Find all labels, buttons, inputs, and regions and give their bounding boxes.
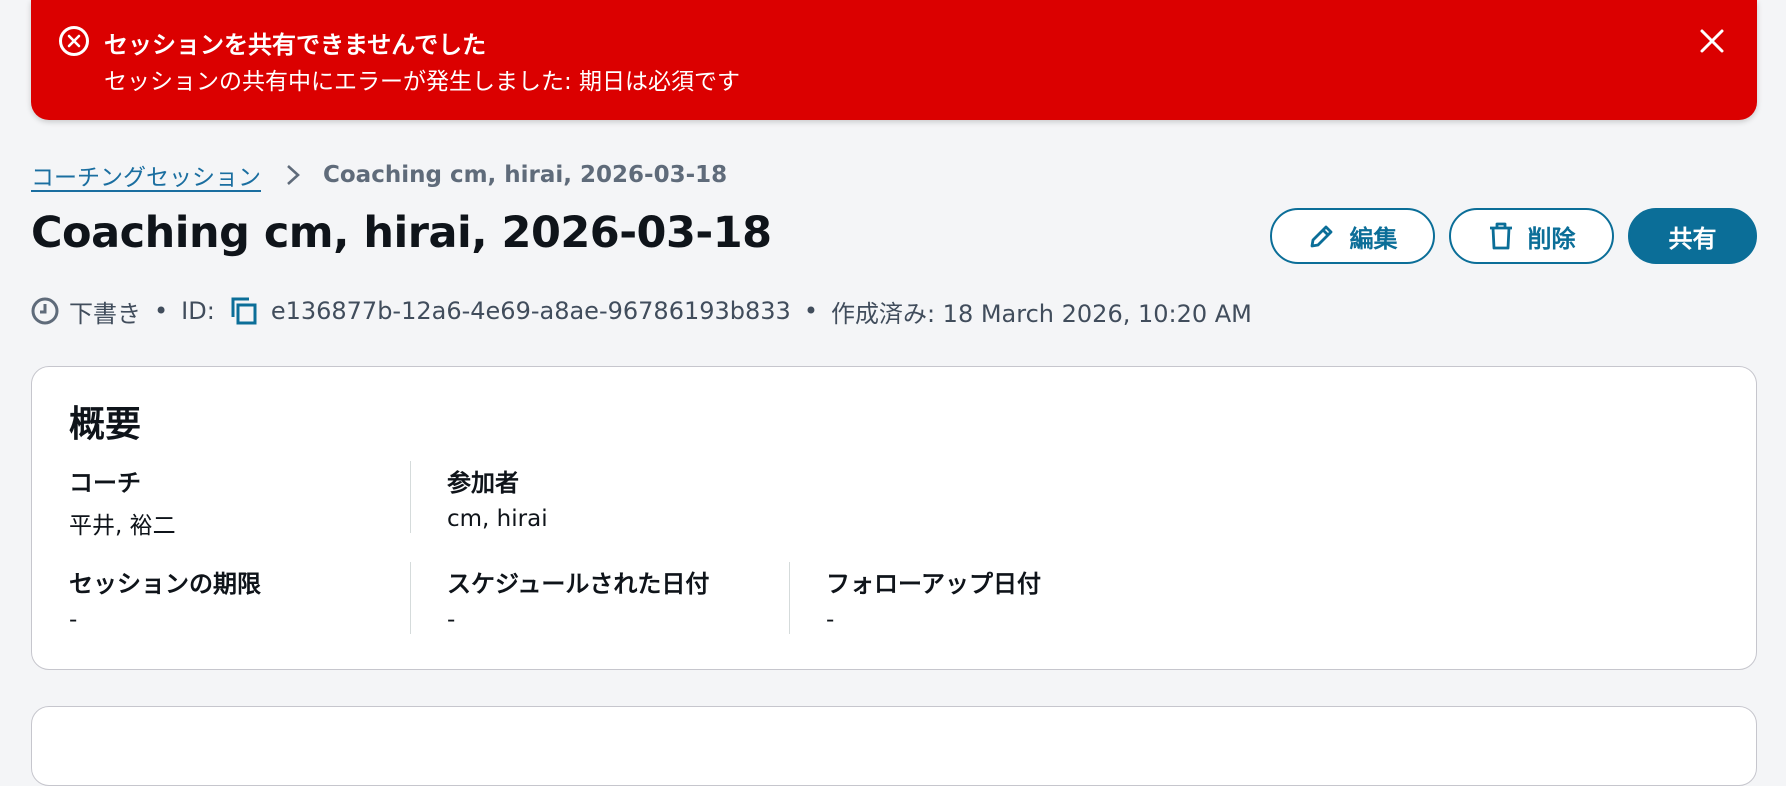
pencil-icon: [1310, 225, 1332, 248]
field-label: セッションの期限: [69, 570, 261, 598]
flash-message: セッションの共有中にエラーが発生しました: 期日は必須です: [104, 69, 741, 95]
overview-card: 概要 コーチ 平井, 裕二 参加者 cm, hirai セッションの期限 - ス…: [31, 366, 1757, 670]
field-value: cm, hirai: [447, 506, 548, 532]
status-badge: 下書き: [69, 299, 141, 328]
session-meta: 下書き • ID: e136877b-12a6-4e69-a8ae-967861…: [31, 292, 1252, 330]
overview-title: 概要: [69, 404, 142, 445]
field-label: 参加者: [447, 469, 519, 497]
field-label: コーチ: [69, 469, 141, 497]
flash-title: セッションを共有できませんでした: [104, 31, 487, 59]
close-icon[interactable]: [1697, 26, 1727, 56]
session-id: e136877b-12a6-4e69-a8ae-96786193b833: [270, 297, 791, 325]
field-label: スケジュールされた日付: [447, 570, 710, 598]
participant-field: 参加者 cm, hirai: [447, 463, 548, 532]
trash-icon: [1489, 222, 1512, 250]
header-actions: 編集 削除 共有: [1270, 208, 1757, 264]
edit-button-label: 編集: [1349, 224, 1398, 253]
field-value: -: [69, 607, 78, 633]
id-label: ID:: [181, 297, 215, 325]
field-value: -: [447, 607, 456, 633]
breadcrumb-current: Coaching cm, hirai, 2026-03-18: [323, 162, 728, 188]
delete-button[interactable]: 削除: [1449, 208, 1614, 264]
share-button[interactable]: 共有: [1628, 208, 1757, 264]
column-divider: [789, 562, 790, 634]
chevron-right-icon: [287, 165, 300, 185]
error-flashbar: セッションを共有できませんでした セッションの共有中にエラーが発生しました: 期…: [31, 0, 1757, 120]
page-title: Coaching cm, hirai, 2026-03-18: [31, 208, 772, 258]
column-divider: [410, 562, 411, 634]
error-icon: [59, 26, 89, 56]
column-divider: [410, 461, 411, 533]
field-label: フォローアップ日付: [826, 570, 1042, 598]
created-at: 作成済み: 18 March 2026, 10:20 AM: [830, 299, 1252, 328]
scheduled-date-field: スケジュールされた日付 -: [447, 564, 709, 633]
coach-field: コーチ 平井, 裕二: [69, 463, 176, 540]
follow-up-date-field: フォローアップ日付 -: [826, 564, 1041, 633]
clock-icon: [31, 297, 59, 325]
meta-separator: •: [803, 297, 818, 325]
copy-icon[interactable]: [229, 296, 259, 326]
field-value: 平井, 裕二: [69, 513, 176, 539]
edit-button[interactable]: 編集: [1270, 208, 1435, 264]
field-value: -: [826, 607, 835, 633]
meta-separator: •: [154, 297, 169, 325]
secondary-card: [31, 706, 1757, 786]
breadcrumb: コーチングセッション Coaching cm, hirai, 2026-03-1…: [31, 158, 727, 192]
session-due-field: セッションの期限 -: [69, 564, 261, 633]
delete-button-label: 削除: [1527, 224, 1576, 253]
breadcrumb-link-coaching-sessions[interactable]: コーチングセッション: [31, 158, 261, 192]
